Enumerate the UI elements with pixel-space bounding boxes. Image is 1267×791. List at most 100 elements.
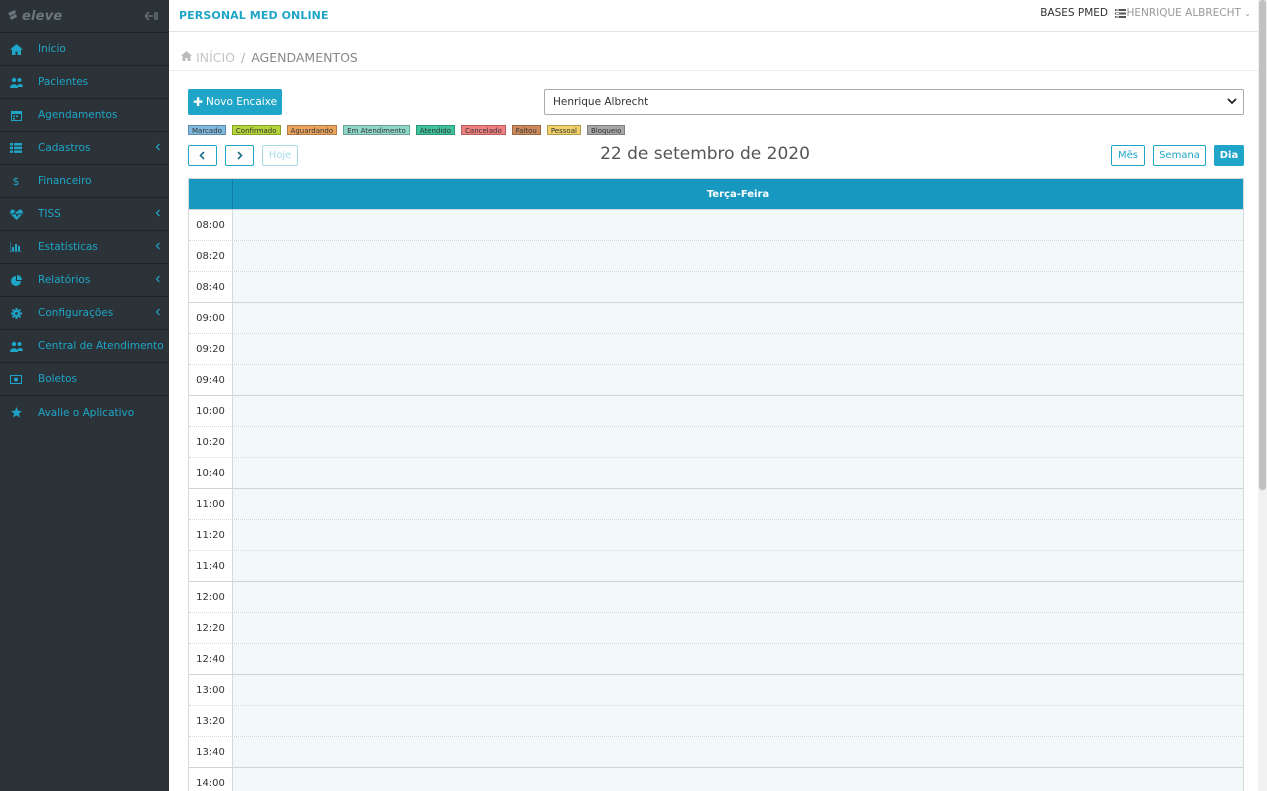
view-month-button[interactable]: Mês: [1111, 145, 1145, 166]
view-day-button[interactable]: Dia: [1214, 145, 1244, 166]
new-appointment-button[interactable]: ✚ Novo Encaixe: [188, 89, 282, 115]
scrollbar-thumb[interactable]: [1259, 0, 1266, 490]
sidebar-item-label: Cadastros: [38, 142, 91, 154]
time-slot-row: 09:20: [189, 333, 1243, 364]
sidebar-item-relatorios[interactable]: Relatórios: [0, 264, 169, 297]
prev-button[interactable]: [188, 145, 217, 166]
sidebar-item-avalie-o-aplicativo[interactable]: Avalie o Aplicativo: [0, 396, 169, 429]
top-header: PERSONAL MED ONLINE BASES PMED HENRIQUE …: [169, 0, 1267, 32]
time-label: 09:00: [189, 303, 233, 333]
sidebar-item-agendamentos[interactable]: Agendamentos: [0, 99, 169, 132]
day-calendar: Terça-Feira 08:00 08:20 08:40 09:00 09:20 09:…: [188, 178, 1244, 791]
database-icon: [1115, 8, 1126, 18]
sidebar-item-central-de-atendimento[interactable]: Central de Atendimento: [0, 330, 169, 363]
legend-badge: Atendido: [415, 125, 456, 135]
money-icon: [9, 372, 23, 386]
legend-badge: Aguardando: [286, 125, 338, 135]
today-button[interactable]: Hoje: [262, 145, 298, 166]
time-label: 14:00: [189, 768, 233, 791]
sidebar-item-label: TISS: [38, 208, 61, 220]
legend-badge: Faltou: [511, 125, 541, 135]
time-slot[interactable]: [233, 489, 1243, 519]
sidebar-item-financeiro[interactable]: $ Financeiro: [0, 165, 169, 198]
users-icon: [9, 339, 23, 353]
user-name: HENRIQUE ALBRECHT: [1126, 7, 1241, 19]
time-slot[interactable]: [233, 365, 1243, 395]
breadcrumb-separator: /: [240, 50, 246, 65]
sidebar-item-tiss[interactable]: TISS: [0, 198, 169, 231]
chevron-left-icon: [155, 275, 161, 286]
sidebar-item-estatisticas[interactable]: Estatísticas: [0, 231, 169, 264]
page-scrollbar[interactable]: [1258, 0, 1267, 791]
view-week-button[interactable]: Semana: [1153, 145, 1206, 166]
calendar-icon: [9, 108, 23, 122]
time-slot[interactable]: [233, 551, 1243, 581]
chevron-right-icon: [237, 151, 243, 160]
legend-badge: Marcado: [188, 125, 226, 135]
user-menu[interactable]: HENRIQUE ALBRECHT ⌄: [1126, 7, 1251, 19]
collapse-sidebar-icon[interactable]: [144, 10, 159, 22]
time-slot[interactable]: [233, 613, 1243, 643]
time-slot[interactable]: [233, 396, 1243, 426]
time-slot[interactable]: [233, 737, 1243, 767]
time-slot[interactable]: [233, 272, 1243, 302]
home-icon: [9, 42, 23, 56]
time-slot-row: 10:20: [189, 426, 1243, 457]
legend-badge: Cancelado: [461, 125, 506, 135]
time-slot[interactable]: [233, 675, 1243, 705]
logo-text: eleve: [22, 8, 63, 24]
time-slot[interactable]: [233, 427, 1243, 457]
time-label: 12:00: [189, 582, 233, 612]
time-slot[interactable]: [233, 706, 1243, 736]
time-slot[interactable]: [233, 210, 1243, 240]
app-title[interactable]: PERSONAL MED ONLINE: [179, 9, 329, 22]
time-slot[interactable]: [233, 241, 1243, 271]
bases-selector[interactable]: BASES PMED: [1040, 7, 1126, 19]
time-slot[interactable]: [233, 768, 1243, 791]
legend-badge: Confirmado: [231, 125, 281, 135]
time-slot[interactable]: [233, 334, 1243, 364]
sidebar-item-configuracoes[interactable]: Configurações: [0, 297, 169, 330]
breadcrumb-current: AGENDAMENTOS: [251, 50, 358, 65]
chevron-down-icon: [1227, 98, 1237, 105]
sidebar-item-cadastros[interactable]: Cadastros: [0, 132, 169, 165]
sidebar-item-pacientes[interactable]: Pacientes: [0, 66, 169, 99]
sidebar-item-boletos[interactable]: Boletos: [0, 363, 169, 396]
time-slot-row: 13:40: [189, 736, 1243, 767]
professional-select[interactable]: Henrique Albrecht: [544, 89, 1244, 115]
time-label: 08:20: [189, 241, 233, 271]
sidebar-item-label: Pacientes: [38, 76, 89, 88]
time-slot-row: 12:00: [189, 581, 1243, 612]
professional-selected-value: Henrique Albrecht: [553, 96, 649, 108]
sidebar-item-label: Estatísticas: [38, 241, 98, 253]
sidebar-item-inicio[interactable]: Início: [0, 33, 169, 66]
time-slot-row: 10:40: [189, 457, 1243, 488]
time-slot[interactable]: [233, 582, 1243, 612]
time-slot-row: 09:40: [189, 364, 1243, 395]
app-logo[interactable]: eleve: [6, 9, 62, 24]
bases-label: BASES PMED: [1040, 7, 1108, 19]
chevron-left-icon: [155, 209, 161, 220]
time-slot-row: 12:40: [189, 643, 1243, 674]
time-label: 10:20: [189, 427, 233, 457]
time-slot[interactable]: [233, 458, 1243, 488]
sidebar-item-label: Avalie o Aplicativo: [38, 406, 135, 419]
calendar-body: 08:00 08:20 08:40 09:00 09:20 09:40 10:00 10:20…: [189, 209, 1243, 791]
sidebar-item-label: Configurações: [38, 307, 114, 319]
time-label: 08:40: [189, 272, 233, 302]
sidebar-item-label: Relatórios: [38, 274, 91, 286]
gear-icon: [9, 306, 23, 320]
time-slot-row: 08:00: [189, 209, 1243, 240]
plus-icon: ✚: [192, 95, 204, 109]
time-slot[interactable]: [233, 644, 1243, 674]
legend-badge: Em Atendimento: [343, 125, 410, 135]
legend-badge: Bloqueio: [586, 125, 626, 135]
list-icon: [9, 141, 23, 155]
breadcrumb-home-link[interactable]: INÍCIO: [196, 50, 235, 65]
next-button[interactable]: [225, 145, 254, 166]
time-slot[interactable]: [233, 303, 1243, 333]
sidebar-menu: Início Pacientes Agendamentos Cadastros $ Fin…: [0, 33, 169, 429]
time-label: 13:40: [189, 737, 233, 767]
time-label: 13:20: [189, 706, 233, 736]
time-slot[interactable]: [233, 520, 1243, 550]
